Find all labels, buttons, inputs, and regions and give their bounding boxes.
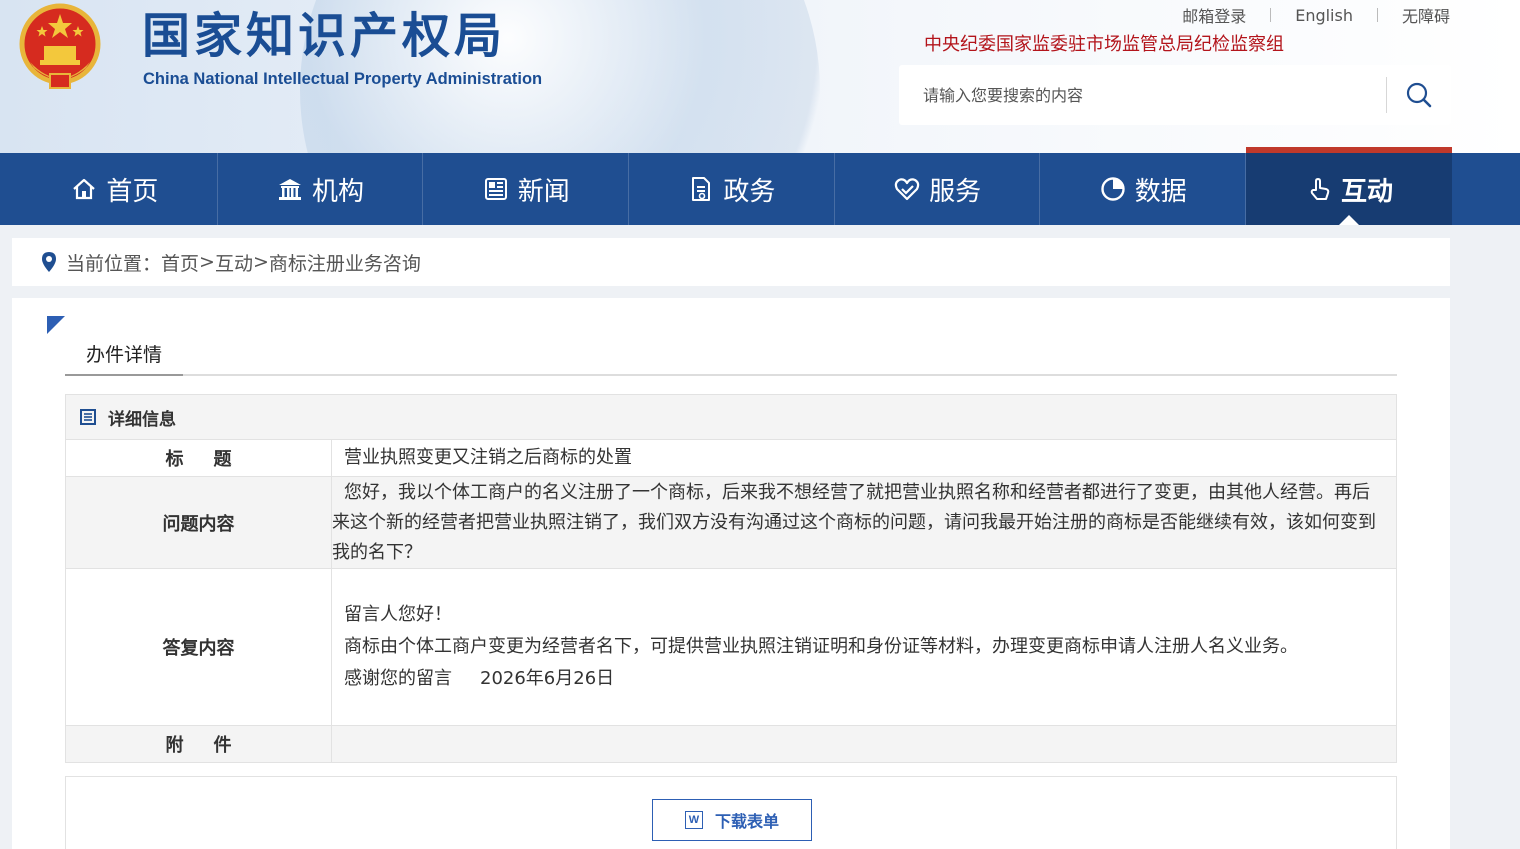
location-pin-icon (42, 252, 56, 272)
breadcrumb-separator: > (252, 251, 269, 273)
main-nav: 首页 机构 新闻 政务 服务 数据 互动 (0, 147, 1520, 225)
top-links: 邮箱登录 English 无障碍 (1182, 3, 1450, 27)
nav-item-government[interactable]: 政务 (629, 153, 835, 225)
document-icon (687, 175, 715, 203)
nav-item-news[interactable]: 新闻 (423, 153, 630, 225)
nav-item-label: 新闻 (517, 176, 570, 207)
home-icon (70, 175, 98, 203)
table-row: 答复内容 留言人您好！ 商标由个体工商户变更为经营者名下，可提供营业执照注销证明… (65, 568, 1397, 726)
download-button-label: 下载表单 (714, 812, 779, 831)
site-header: 国家知识产权局 China National Intellectual Prop… (0, 0, 1520, 153)
title-label: 标题 (65, 439, 332, 477)
download-form-button[interactable]: W 下载表单 (652, 799, 812, 841)
nav-item-institution[interactable]: 机构 (218, 153, 424, 225)
attachment-label: 附件 (65, 725, 332, 763)
answer-thanks: 感谢您的留言 (344, 668, 452, 689)
answer-body: 商标由个体工商户变更为经营者名下，可提供营业执照注销证明和身份证等材料，办理变更… (344, 636, 1298, 657)
corner-decoration (47, 316, 65, 334)
attachment-value (331, 725, 1397, 763)
nav-item-label: 服务 (929, 176, 982, 207)
news-icon (482, 175, 510, 203)
nav-item-data[interactable]: 数据 (1040, 153, 1247, 225)
table-row: 附件 (65, 725, 1397, 763)
search-icon (1406, 82, 1432, 108)
nav-item-label: 政务 (723, 176, 776, 207)
english-link[interactable]: English (1295, 6, 1353, 25)
table-row: 标题 营业执照变更又注销之后商标的处置 (65, 439, 1397, 477)
accessibility-link[interactable]: 无障碍 (1402, 3, 1450, 27)
breadcrumb-prefix: 当前位置： (66, 252, 162, 275)
mail-login-link[interactable]: 邮箱登录 (1182, 3, 1246, 27)
breadcrumb-separator: > (199, 251, 215, 273)
section-title: 详细信息 (108, 409, 176, 430)
breadcrumb-home[interactable]: 首页 (161, 249, 199, 276)
search-input[interactable] (899, 65, 1386, 125)
nav-item-interaction[interactable]: 互动 (1246, 147, 1452, 225)
list-document-icon (80, 409, 96, 425)
nav-item-service[interactable]: 服务 (835, 153, 1041, 225)
breadcrumb-current[interactable]: 商标注册业务咨询 (269, 249, 421, 276)
nav-item-label: 数据 (1134, 176, 1187, 207)
download-area: W 下载表单 (65, 776, 1397, 849)
nav-item-label: 机构 (312, 176, 365, 207)
site-logo-english[interactable]: China National Intellectual Property Adm… (143, 70, 543, 89)
question-label: 问题内容 (65, 476, 332, 569)
divider (1376, 8, 1378, 22)
heart-service-icon (893, 175, 921, 203)
title-value: 营业执照变更又注销之后商标的处置 (331, 439, 1397, 477)
word-doc-icon: W (684, 811, 703, 829)
nav-item-label: 首页 (106, 176, 159, 207)
detail-table: 详细信息 标题 营业执照变更又注销之后商标的处置 问题内容 您好，我以个体工商户… (65, 394, 1397, 763)
main-content: 办件详情 详细信息 标题 营业执照变更又注销之后商标的处置 问题内容 您好，我以… (12, 298, 1450, 849)
pie-chart-icon (1099, 175, 1127, 203)
tab-case-details[interactable]: 办件详情 (65, 340, 183, 376)
section-header: 详细信息 (65, 394, 1397, 440)
question-value: 您好，我以个体工商户的名义注册了一个商标，后来我不想经营了就把营业执照名称和经营… (331, 476, 1397, 569)
nav-item-home[interactable]: 首页 (12, 153, 218, 225)
search-bar (899, 65, 1451, 125)
answer-label: 答复内容 (65, 568, 332, 726)
search-button[interactable] (1387, 65, 1451, 125)
discipline-inspection-link[interactable]: 中央纪委国家监委驻市场监管总局纪检监察组 (924, 30, 1284, 56)
breadcrumb: 当前位置： 首页 > 互动 > 商标注册业务咨询 (12, 238, 1450, 286)
hand-pointer-icon (1305, 175, 1333, 203)
national-emblem-icon[interactable] (16, 2, 104, 92)
divider (1270, 8, 1272, 22)
breadcrumb-interaction[interactable]: 互动 (215, 249, 253, 276)
site-logo-chinese[interactable]: 国家知识产权局 (142, 4, 532, 68)
answer-signoff: 感谢您的留言 2026年6月26日 (332, 663, 1386, 695)
answer-value: 留言人您好！ 商标由个体工商户变更为经营者名下，可提供营业执照注销证明和身份证等… (331, 568, 1397, 726)
tab-underline (65, 374, 1397, 376)
nav-item-label: 互动 (1340, 176, 1393, 207)
answer-date: 2026年6月26日 (480, 668, 615, 689)
answer-greeting: 留言人您好！ (344, 604, 452, 625)
institution-icon (276, 175, 304, 203)
table-row: 问题内容 您好，我以个体工商户的名义注册了一个商标，后来我不想经营了就把营业执照… (65, 476, 1397, 569)
